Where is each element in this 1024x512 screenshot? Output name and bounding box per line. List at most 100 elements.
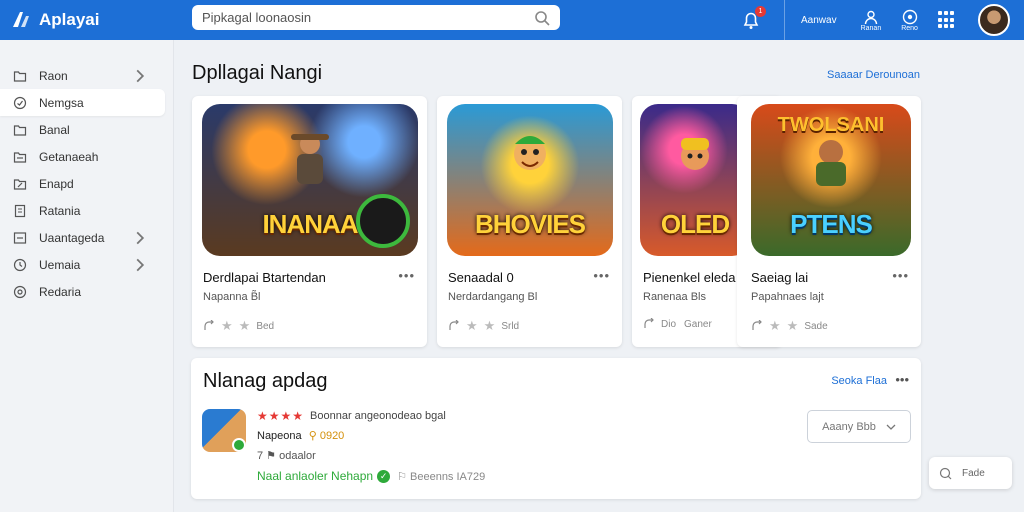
top-link[interactable]: Aanwav xyxy=(801,15,837,26)
sidebar-item-9[interactable]: Redaria xyxy=(0,278,165,305)
rating-stars: ★★★★ xyxy=(257,409,305,423)
review-meta: ⚐ Beeenns IA729 xyxy=(397,470,486,483)
sidebar-item-label: Uaantageda xyxy=(39,230,105,245)
game-character-icon xyxy=(816,140,846,186)
reviews-panel: Nlanag apdag Seoka Flaa ••• ★★★★ Boonnar… xyxy=(191,358,921,499)
game-footer-label: Dio xyxy=(661,318,677,330)
more-options-icon[interactable]: ••• xyxy=(593,268,610,283)
sidebar-item-label: Uemaia xyxy=(39,257,81,272)
edit-icon xyxy=(939,467,952,479)
explore-shortcut[interactable]: Reno xyxy=(901,9,918,32)
game-card[interactable]: BHOVIES Senaadal 0 ••• Nerdardangang Bl … xyxy=(437,96,622,347)
share-icon[interactable] xyxy=(751,320,763,332)
divider xyxy=(784,0,785,40)
game-thumbnail[interactable]: INANAA xyxy=(202,104,418,256)
reviewer-name[interactable]: Napeona xyxy=(257,430,302,442)
game-card[interactable]: INANAA Derdlapai Btartendan ••• Napanna … xyxy=(192,96,427,347)
chevron-right-icon xyxy=(136,231,145,245)
notification-button[interactable]: 1 xyxy=(740,6,766,31)
profile-shortcut[interactable]: Ranan xyxy=(860,9,882,32)
sidebar-item-1[interactable]: Raon xyxy=(0,62,165,89)
share-icon[interactable] xyxy=(448,320,460,332)
sort-dropdown[interactable]: Aaany Bbb xyxy=(807,410,911,443)
sidebar-item-label: Raon xyxy=(39,68,68,83)
game-footer-label: Bed xyxy=(256,320,275,332)
game-footer-label-2: Ganer xyxy=(684,318,712,330)
game-thumbnail[interactable]: TWOLSANI PTENS xyxy=(751,104,911,256)
sidebar-item-6[interactable]: Ratania xyxy=(0,197,165,224)
globe-icon xyxy=(13,285,27,298)
brand-name: Aplayai xyxy=(39,10,100,29)
apps-grid-icon[interactable] xyxy=(937,11,956,29)
game-subtitle: Ranenaa Bls xyxy=(643,291,706,303)
app-logo-icon xyxy=(13,12,29,27)
panel-link[interactable]: Seoka Flaa xyxy=(831,375,887,387)
search-input[interactable] xyxy=(202,10,534,25)
game-subtitle: Napanna B̃l xyxy=(203,291,261,303)
avatar[interactable] xyxy=(977,4,1010,36)
top-bar: Aplayai 1 Aanwav Ranan xyxy=(0,0,1024,40)
game-footer: ★ ★ Bed xyxy=(203,318,274,334)
main-content: Dpllagai Nangi Saaaar Derounoan INANAA D… xyxy=(174,40,1024,512)
folder-icon xyxy=(13,178,27,190)
game-thumbnail[interactable]: BHOVIES xyxy=(447,104,613,256)
brand[interactable]: Aplayai xyxy=(0,9,174,31)
sidebar-item-label: Enapd xyxy=(39,176,74,191)
section-link[interactable]: Saaaar Derounoan xyxy=(827,69,920,81)
game-thumbnail-title: BHOVIES xyxy=(474,209,586,239)
game-thumbnail[interactable]: OLED xyxy=(640,104,750,256)
game-title: Saeiag lai xyxy=(751,270,809,285)
person-icon xyxy=(864,10,878,24)
star-icon: ★ xyxy=(466,318,478,333)
sidebar-item-7[interactable]: Uaantageda xyxy=(0,224,165,251)
sidebar-item-label: Getanaeah xyxy=(39,149,99,164)
floating-action-button[interactable]: Fade xyxy=(929,457,1012,489)
game-subtitle: Papahnaes lajt xyxy=(751,291,824,303)
check-icon: ✓ xyxy=(377,469,391,483)
sidebar-item-8[interactable]: Uemaia xyxy=(0,251,165,278)
game-footer-label: Sade xyxy=(804,320,828,332)
game-subtitle: Nerdardangang Bl xyxy=(448,291,538,303)
chevron-right-icon xyxy=(136,69,145,83)
top-actions: 1 Aanwav Ranan Reno xyxy=(740,0,1010,40)
share-icon[interactable] xyxy=(203,320,215,332)
panel-title: Nlanag apdag xyxy=(203,370,328,392)
review-status-text: Naal anlaoler Nehapn xyxy=(257,469,374,483)
verified-icon xyxy=(232,438,246,452)
reviewer-tag: ⚲ 0920 xyxy=(308,430,345,442)
sidebar-item-label: Ratania xyxy=(39,203,81,218)
game-title: Pienenkel eleda xyxy=(643,270,736,285)
floating-action-label: Fade xyxy=(962,467,985,479)
more-options-icon[interactable]: ••• xyxy=(892,268,909,283)
game-character-icon xyxy=(514,136,546,170)
compass-icon xyxy=(13,96,27,109)
sidebar-item-4[interactable]: Getanaeah xyxy=(0,143,165,170)
game-character-icon xyxy=(291,134,329,184)
sidebar-item-5[interactable]: Enapd xyxy=(0,170,165,197)
chevron-down-icon xyxy=(886,424,896,430)
more-options-icon[interactable]: ••• xyxy=(398,268,415,283)
sidebar-item-label: Nemgsa xyxy=(39,95,84,110)
search-icon[interactable] xyxy=(534,10,550,26)
explore-shortcut-label: Reno xyxy=(901,24,918,32)
star-icon: ★ xyxy=(786,318,799,333)
profile-shortcut-label: Ranan xyxy=(860,24,882,32)
more-options-icon[interactable]: ••• xyxy=(895,372,909,387)
review-line: 7 ⚑ odaalor xyxy=(257,450,316,462)
document-icon xyxy=(14,204,26,217)
star-icon: ★ xyxy=(221,318,233,333)
review-header: ★★★★ Boonnar angeonodeao bgal xyxy=(257,409,446,423)
search-bar xyxy=(192,5,560,30)
sidebar-item-label: Banal xyxy=(39,122,70,137)
sidebar-item-3[interactable]: Banal xyxy=(0,116,165,143)
game-footer: Dio Ganer xyxy=(643,318,712,330)
game-thumbnail-title: OLED xyxy=(660,209,730,239)
chevron-right-icon xyxy=(136,258,145,272)
review-status: Naal anlaoler Nehapn ✓ ⚐ Beeenns IA729 xyxy=(257,469,485,483)
notification-badge: 1 xyxy=(755,6,766,17)
share-icon[interactable] xyxy=(643,318,655,330)
sidebar-item-2[interactable]: Nemgsa xyxy=(0,89,165,116)
game-card[interactable]: TWOLSANI PTENS Saeiag lai ••• Papahnaes … xyxy=(737,96,921,347)
clock-icon xyxy=(13,258,27,271)
game-thumbnail-title: PTENS xyxy=(790,209,873,239)
